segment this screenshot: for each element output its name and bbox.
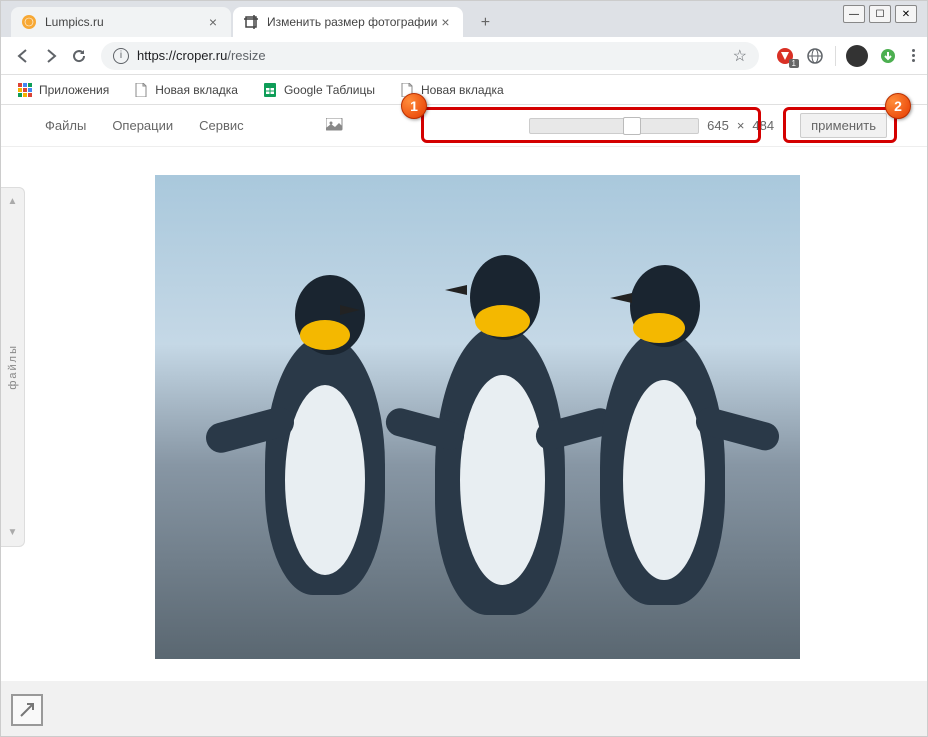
bottom-bar	[1, 681, 927, 736]
maximize-button[interactable]: ☐	[869, 5, 891, 23]
dimension-separator: ×	[737, 118, 745, 133]
height-value: 484	[752, 118, 774, 133]
bookmark-label: Новая вкладка	[155, 83, 238, 97]
bookmark-sheets[interactable]: Google Таблицы	[256, 78, 381, 102]
address-bar[interactable]: i https://croper.ru/resize ☆	[101, 42, 759, 70]
page-icon	[133, 82, 149, 98]
tab-close-icon[interactable]: ×	[437, 14, 453, 30]
bookmark-label: Новая вкладка	[421, 83, 504, 97]
site-info-icon[interactable]: i	[113, 48, 129, 64]
annotation-1: 1	[401, 93, 427, 119]
browser-tabstrip: Lumpics.ru × Изменить размер фотографии …	[1, 1, 927, 37]
apply-button[interactable]: применить	[800, 113, 887, 138]
tab-title: Lumpics.ru	[45, 15, 205, 29]
reload-button[interactable]	[65, 42, 93, 70]
browser-toolbar: i https://croper.ru/resize ☆ 1	[1, 37, 927, 75]
favicon-crop-icon	[243, 14, 259, 30]
menu-operations[interactable]: Операции	[108, 112, 177, 139]
apps-icon	[17, 82, 33, 98]
adblock-extension-icon[interactable]: 1	[775, 46, 795, 66]
bookmark-label: Приложения	[39, 83, 109, 97]
tab-croper[interactable]: Изменить размер фотографии ×	[233, 7, 463, 37]
globe-extension-icon[interactable]	[805, 46, 825, 66]
files-side-tab[interactable]: ▲ файлы ▼	[1, 187, 25, 547]
close-window-button[interactable]: ✕	[895, 5, 917, 23]
extension-badge: 1	[789, 59, 799, 68]
canvas-area	[25, 147, 927, 736]
annotation-2: 2	[885, 93, 911, 119]
tab-close-icon[interactable]: ×	[205, 14, 221, 30]
app-toolbar: Файлы Операции Сервис 645 × 484 применит…	[1, 105, 927, 147]
width-value: 645	[707, 118, 729, 133]
bookmark-newtab-1[interactable]: Новая вкладка	[127, 78, 244, 102]
bookmark-star-icon[interactable]: ☆	[733, 46, 747, 66]
content-area: ▲ файлы ▼	[1, 147, 927, 736]
preview-icon[interactable]	[326, 118, 342, 134]
size-slider[interactable]	[529, 118, 699, 134]
menu-files[interactable]: Файлы	[41, 112, 90, 139]
window-controls: — ☐ ✕	[843, 5, 917, 23]
back-button[interactable]	[9, 42, 37, 70]
url-text: https://croper.ru/resize	[137, 48, 729, 63]
bookmark-bar: Приложения Новая вкладка Google Таблицы …	[1, 75, 927, 105]
image-preview[interactable]	[155, 175, 800, 659]
bookmark-label: Google Таблицы	[284, 83, 375, 97]
bookmark-apps[interactable]: Приложения	[11, 78, 115, 102]
profile-avatar[interactable]	[846, 45, 868, 67]
new-tab-button[interactable]: +	[471, 9, 499, 37]
menu-service[interactable]: Сервис	[195, 112, 248, 139]
chevron-down-icon: ▼	[8, 527, 18, 538]
savefrom-extension-icon[interactable]	[878, 46, 898, 66]
browser-menu-button[interactable]	[908, 45, 919, 66]
sheets-icon	[262, 82, 278, 98]
resize-controls: 645 × 484	[521, 114, 782, 138]
tab-lumpics[interactable]: Lumpics.ru ×	[11, 7, 231, 37]
forward-button[interactable]	[37, 42, 65, 70]
tab-title: Изменить размер фотографии	[267, 15, 437, 29]
expand-icon[interactable]	[11, 694, 43, 726]
minimize-button[interactable]: —	[843, 5, 865, 23]
separator	[835, 46, 836, 66]
chevron-up-icon: ▲	[8, 196, 18, 207]
slider-thumb[interactable]	[623, 117, 641, 135]
side-tab-label: файлы	[7, 344, 19, 390]
favicon-orange-icon	[21, 14, 37, 30]
